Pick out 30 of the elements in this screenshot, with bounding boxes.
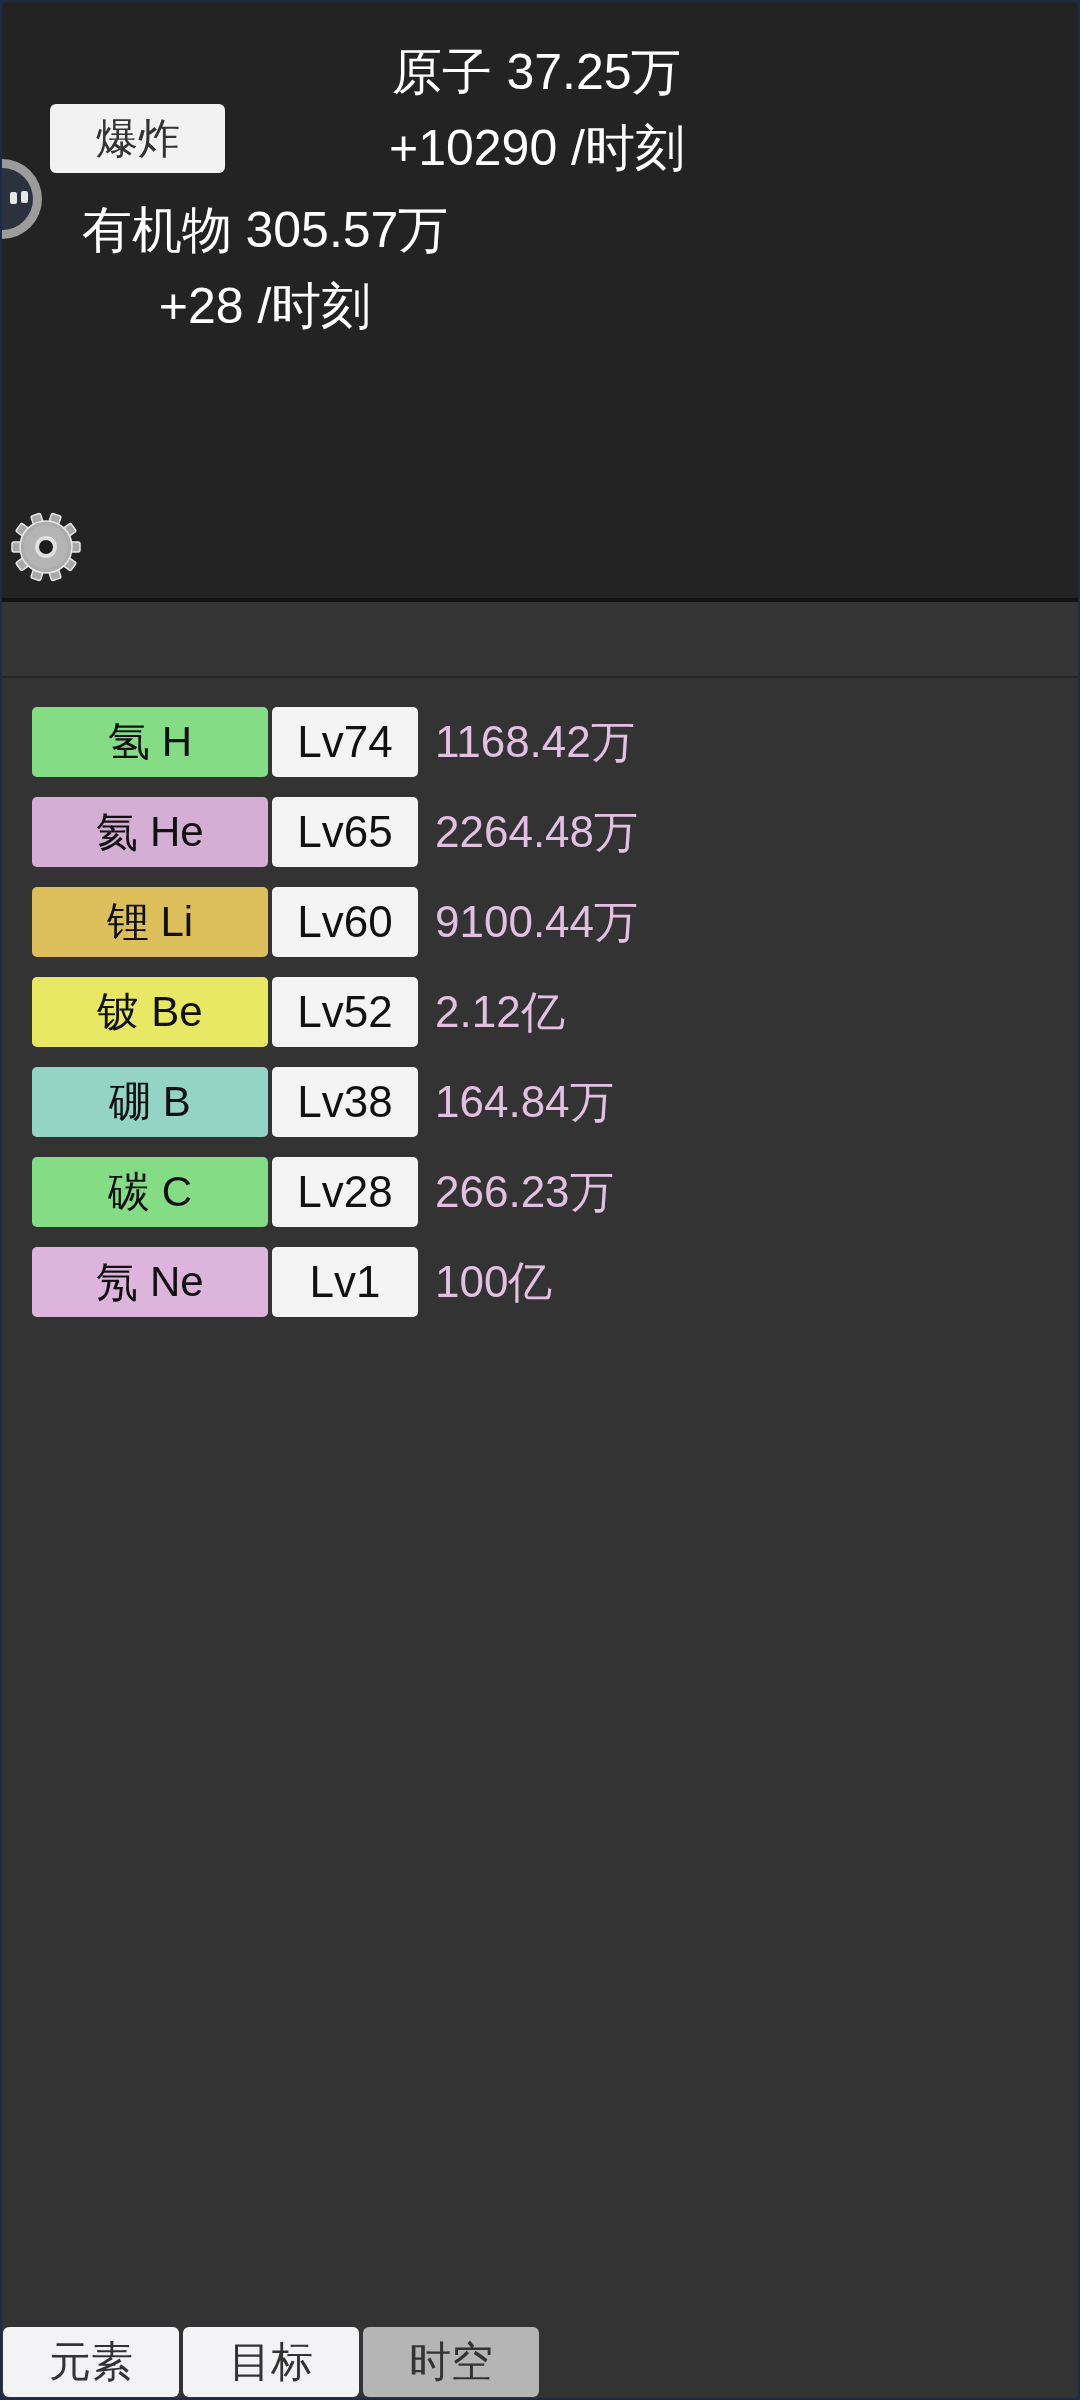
level-cell[interactable]: Lv60 — [272, 887, 418, 957]
explode-button[interactable]: 爆炸 — [50, 104, 225, 173]
organic-rate: +28 /时刻 — [158, 277, 372, 336]
tab[interactable]: 元素 — [3, 2327, 179, 2397]
amount-text: 1168.42万 — [435, 715, 635, 768]
element-name-cell[interactable]: 硼 B — [32, 1067, 268, 1137]
element-name-cell[interactable]: 氢 H — [32, 707, 268, 777]
settings-icon[interactable] — [10, 511, 82, 583]
level-cell[interactable]: Lv65 — [272, 797, 418, 867]
tab[interactable]: 时空 — [363, 2327, 539, 2397]
level-cell[interactable]: Lv52 — [272, 977, 418, 1047]
level-cell[interactable]: Lv38 — [272, 1067, 418, 1137]
element-name-cell[interactable]: 铍 Be — [32, 977, 268, 1047]
amount-text: 9100.44万 — [435, 895, 639, 948]
tab[interactable]: 目标 — [183, 2327, 359, 2397]
level-cell[interactable]: Lv28 — [272, 1157, 418, 1227]
element-name-cell[interactable]: 锂 Li — [32, 887, 268, 957]
level-cell[interactable]: Lv1 — [272, 1247, 418, 1317]
atom-count: 原子 37.25万 — [392, 43, 682, 102]
element-name-cell[interactable]: 氖 Ne — [32, 1247, 268, 1317]
amount-text: 164.84万 — [435, 1075, 614, 1128]
atom-rate: +10290 /时刻 — [389, 119, 685, 178]
organic-count: 有机物 305.57万 — [81, 201, 449, 260]
level-cell[interactable]: Lv74 — [272, 707, 418, 777]
amount-text: 100亿 — [435, 1255, 553, 1308]
amount-text: 266.23万 — [435, 1165, 614, 1218]
amount-text: 2264.48万 — [435, 805, 639, 858]
amount-text: 2.12亿 — [435, 985, 565, 1038]
element-name-cell[interactable]: 氦 He — [32, 797, 268, 867]
element-name-cell[interactable]: 碳 C — [32, 1157, 268, 1227]
